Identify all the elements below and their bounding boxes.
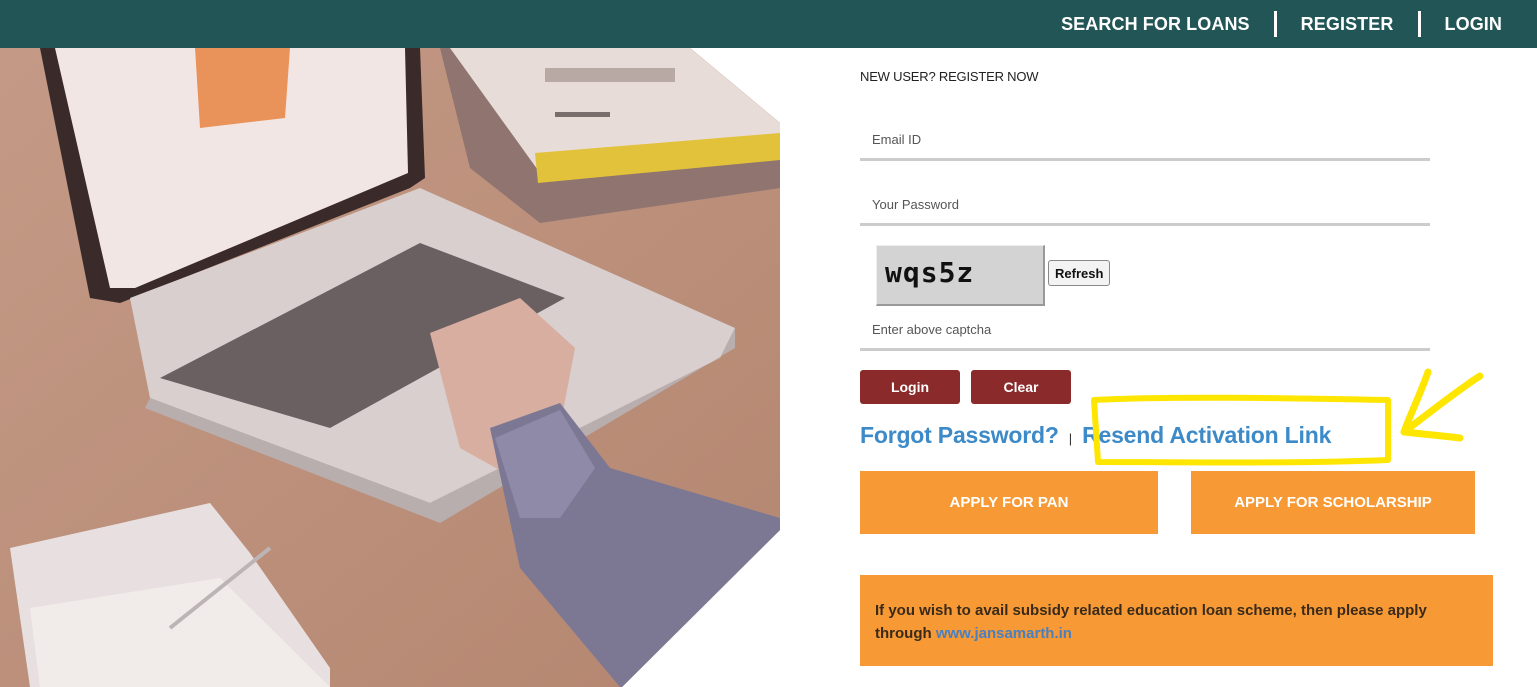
password-field[interactable] [860,186,1430,226]
nav-search-for-loans[interactable]: SEARCH FOR LOANS [1037,14,1274,35]
jansamarth-link[interactable]: www.jansamarth.in [936,625,1072,642]
captcha-image: wqs5z [876,245,1045,306]
top-navigation-bar: SEARCH FOR LOANS REGISTER LOGIN [0,0,1537,48]
arrow-shaft-icon [1400,372,1484,436]
nav-register[interactable]: REGISTER [1277,14,1418,35]
resend-activation-link[interactable]: Resend Activation Link [1082,422,1331,449]
link-separator: | [1068,431,1073,446]
account-links: Forgot Password? | Resend Activation Lin… [860,422,1331,449]
forgot-password-link[interactable]: Forgot Password? [860,422,1059,449]
arrow-head-icon [1400,368,1464,442]
captcha-input[interactable] [860,311,1430,351]
login-button[interactable]: Login [860,370,960,404]
subsidy-notice: If you wish to avail subsidy related edu… [860,575,1493,666]
register-now-link[interactable]: NEW USER? REGISTER NOW [860,69,1039,84]
clear-button[interactable]: Clear [971,370,1071,404]
email-field[interactable] [860,121,1430,161]
main-nav: SEARCH FOR LOANS REGISTER LOGIN [1037,0,1537,48]
captcha-refresh-button[interactable]: Refresh [1048,260,1111,286]
nav-login[interactable]: LOGIN [1421,14,1537,35]
apply-for-pan-button[interactable]: APPLY FOR PAN [860,471,1158,534]
captcha-text: wqs5z [885,256,975,289]
hero-illustration [0,48,780,687]
annotation-highlight [1091,368,1484,466]
hero-image [0,48,780,687]
apply-for-scholarship-button[interactable]: APPLY FOR SCHOLARSHIP [1191,471,1475,534]
